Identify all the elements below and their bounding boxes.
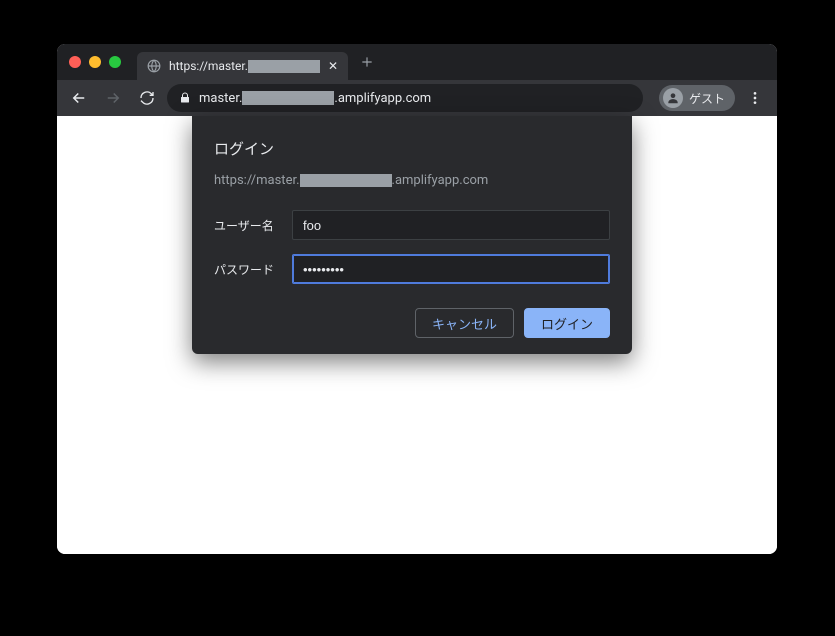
dialog-actions: キャンセル ログイン (214, 308, 610, 338)
kebab-menu-button[interactable] (741, 84, 769, 112)
new-tab-button[interactable] (360, 55, 374, 69)
http-auth-dialog: ログイン https://master..amplifyapp.com ユーザー… (192, 116, 632, 354)
username-row: ユーザー名 (214, 210, 610, 240)
profile-chip[interactable]: ゲスト (659, 85, 735, 111)
username-input[interactable] (292, 210, 610, 240)
password-input[interactable] (292, 254, 610, 284)
window-minimize-button[interactable] (89, 56, 101, 68)
globe-icon (147, 59, 161, 73)
page-content: ログイン https://master..amplifyapp.com ユーザー… (57, 116, 777, 554)
browser-window: https://master. ✕ master..amplifyapp.com (57, 44, 777, 554)
address-text: master..amplifyapp.com (199, 91, 431, 106)
window-maximize-button[interactable] (109, 56, 121, 68)
back-button[interactable] (65, 84, 93, 112)
title-bar: https://master. ✕ (57, 44, 777, 80)
password-label: パスワード (214, 261, 278, 278)
lock-icon (179, 92, 191, 104)
username-label: ユーザー名 (214, 217, 278, 234)
redacted-segment (300, 174, 392, 187)
redacted-segment (242, 91, 334, 105)
profile-label: ゲスト (689, 90, 725, 107)
address-bar[interactable]: master..amplifyapp.com (167, 84, 643, 112)
reload-button[interactable] (133, 84, 161, 112)
window-close-button[interactable] (69, 56, 81, 68)
browser-tab[interactable]: https://master. ✕ (137, 52, 348, 80)
traffic-lights (69, 56, 121, 68)
cancel-button[interactable]: キャンセル (415, 308, 514, 338)
redacted-segment (248, 60, 320, 73)
forward-button[interactable] (99, 84, 127, 112)
tab-title: https://master. (169, 59, 320, 73)
toolbar: master..amplifyapp.com ゲスト (57, 80, 777, 116)
login-button[interactable]: ログイン (524, 308, 610, 338)
password-row: パスワード (214, 254, 610, 284)
dialog-title: ログイン (214, 138, 610, 159)
dialog-origin: https://master..amplifyapp.com (214, 173, 610, 188)
person-icon (663, 88, 683, 108)
login-button-label: ログイン (541, 314, 593, 333)
tab-close-button[interactable]: ✕ (328, 60, 338, 72)
cancel-button-label: キャンセル (432, 314, 497, 333)
